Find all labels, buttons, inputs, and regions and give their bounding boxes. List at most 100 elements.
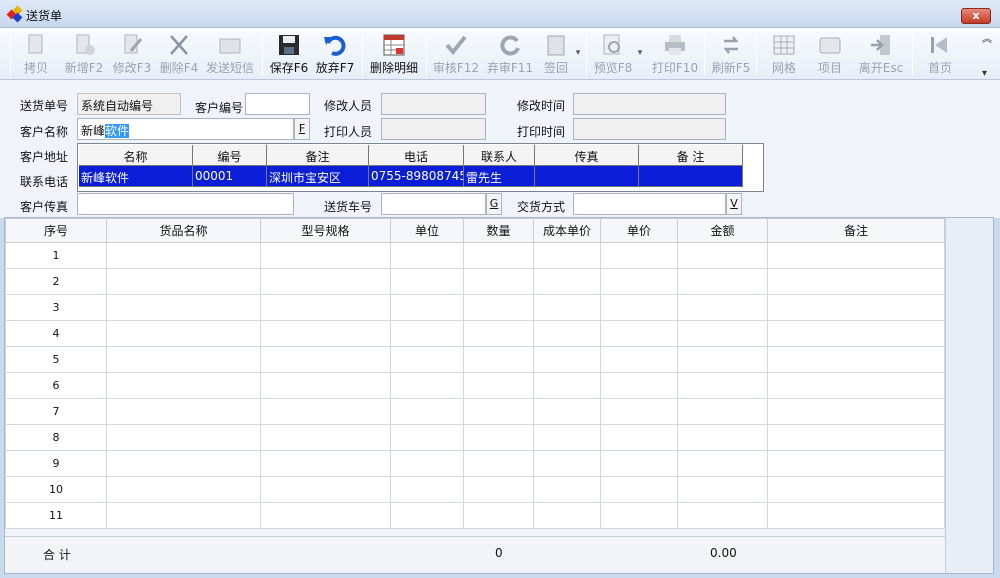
grid-cell[interactable] xyxy=(533,372,601,399)
save-button[interactable]: 保存F6 xyxy=(268,30,310,78)
grid-cell[interactable] xyxy=(106,268,261,295)
table-row[interactable]: 3 xyxy=(5,294,945,321)
grid-cell[interactable] xyxy=(106,294,261,321)
table-row[interactable]: 5 xyxy=(5,346,945,373)
table-row[interactable]: 2 xyxy=(5,268,945,295)
col-seq[interactable]: 序号 xyxy=(5,218,107,243)
grid-cell[interactable] xyxy=(677,476,768,503)
grid-cell[interactable] xyxy=(767,372,945,399)
grid-cell[interactable] xyxy=(106,476,261,503)
grid-cell[interactable] xyxy=(533,294,601,321)
grid-cell[interactable] xyxy=(463,242,534,269)
edit-button[interactable]: 修改F3 xyxy=(110,30,154,78)
grid-cell[interactable] xyxy=(260,476,391,503)
table-row[interactable]: 10 xyxy=(5,476,945,503)
item-button[interactable]: 项目 xyxy=(810,30,850,78)
grid-cell[interactable] xyxy=(533,242,601,269)
close-button[interactable]: x xyxy=(961,8,991,24)
grid-cell[interactable] xyxy=(260,294,391,321)
grid-cell[interactable] xyxy=(767,450,945,477)
grid-cell[interactable] xyxy=(463,424,534,451)
table-row[interactable]: 6 xyxy=(5,372,945,399)
grid-cell[interactable] xyxy=(463,268,534,295)
customer-name-input[interactable]: 新峰软件 xyxy=(77,118,294,140)
vehicle-lookup-button[interactable]: G xyxy=(486,193,502,215)
grid-cell[interactable] xyxy=(677,346,768,373)
grid-cell[interactable] xyxy=(390,502,464,529)
table-row[interactable]: 11 xyxy=(5,502,945,529)
grid-cell[interactable] xyxy=(767,476,945,503)
grid-cell[interactable] xyxy=(533,346,601,373)
col-qty[interactable]: 数量 xyxy=(463,218,534,243)
grid-cell[interactable] xyxy=(390,424,464,451)
col-unit[interactable]: 单位 xyxy=(390,218,464,243)
grid-cell[interactable] xyxy=(600,294,678,321)
unapprove-button[interactable]: 弃审F11 xyxy=(486,30,534,78)
preview-button[interactable]: 预览F8 xyxy=(592,30,634,78)
grid-cell[interactable] xyxy=(677,398,768,425)
sign-back-dropdown[interactable]: ▾ xyxy=(574,30,582,78)
grid-cell[interactable] xyxy=(390,398,464,425)
grid-cell[interactable] xyxy=(463,502,534,529)
customer-name-lookup-button[interactable]: F xyxy=(294,118,310,140)
grid-cell[interactable] xyxy=(106,424,261,451)
toolbar-overflow-icon[interactable]: ▾ xyxy=(982,68,987,79)
grid-cell[interactable] xyxy=(677,320,768,347)
grid-cell[interactable] xyxy=(533,450,601,477)
grid-cell[interactable] xyxy=(106,398,261,425)
grid-cell[interactable] xyxy=(260,372,391,399)
grid-cell[interactable] xyxy=(106,372,261,399)
grid-cell[interactable] xyxy=(390,242,464,269)
grid-cell[interactable] xyxy=(260,502,391,529)
grid-cell[interactable] xyxy=(463,398,534,425)
grid-cell[interactable] xyxy=(463,372,534,399)
table-row[interactable]: 7 xyxy=(5,398,945,425)
grid-cell[interactable] xyxy=(600,242,678,269)
grid-cell[interactable] xyxy=(677,242,768,269)
grid-cell[interactable] xyxy=(260,424,391,451)
grid-cell[interactable] xyxy=(600,450,678,477)
grid-cell[interactable] xyxy=(600,424,678,451)
grid-cell[interactable] xyxy=(533,476,601,503)
vehicle-input[interactable] xyxy=(381,193,486,215)
grid-cell[interactable] xyxy=(600,268,678,295)
grid-cell[interactable] xyxy=(106,450,261,477)
first-page-button[interactable]: 首页 xyxy=(920,30,960,78)
customer-lookup-dropdown[interactable]: 名称 编号 备注 电话 联系人 传真 备 注 新峰软件 00001 深圳市宝安区… xyxy=(77,143,764,192)
grid-cell[interactable] xyxy=(677,268,768,295)
grid-cell[interactable] xyxy=(533,320,601,347)
new-button[interactable]: 新增F2 xyxy=(62,30,106,78)
grid-cell[interactable] xyxy=(767,346,945,373)
col-remark[interactable]: 备注 xyxy=(767,218,945,243)
grid-cell[interactable] xyxy=(767,242,945,269)
approve-button[interactable]: 审核F12 xyxy=(432,30,480,78)
fax-input[interactable] xyxy=(77,193,294,215)
grid-cell[interactable] xyxy=(677,424,768,451)
grid-cell[interactable] xyxy=(767,268,945,295)
grid-cell[interactable] xyxy=(260,242,391,269)
grid-cell[interactable] xyxy=(260,398,391,425)
table-row[interactable]: 4 xyxy=(5,320,945,347)
grid-cell[interactable] xyxy=(106,502,261,529)
grid-cell[interactable] xyxy=(260,268,391,295)
grid-cell[interactable] xyxy=(600,398,678,425)
grid-cell[interactable] xyxy=(463,294,534,321)
exit-button[interactable]: 离开Esc xyxy=(856,30,906,78)
grid-cell[interactable] xyxy=(677,502,768,529)
col-price[interactable]: 单价 xyxy=(600,218,678,243)
table-row[interactable]: 1 xyxy=(5,242,945,269)
grid-cell[interactable] xyxy=(390,268,464,295)
delete-detail-button[interactable]: 删除明细 xyxy=(367,30,421,78)
grid-cell[interactable] xyxy=(767,424,945,451)
grid-cell[interactable] xyxy=(533,424,601,451)
grid-cell[interactable] xyxy=(600,502,678,529)
grid-cell[interactable] xyxy=(106,346,261,373)
delivery-input[interactable] xyxy=(573,193,726,215)
grid-cell[interactable] xyxy=(463,450,534,477)
grid-cell[interactable] xyxy=(767,320,945,347)
refresh-button[interactable]: 刷新F5 xyxy=(710,30,752,78)
grid-cell[interactable] xyxy=(533,268,601,295)
table-row[interactable]: 8 xyxy=(5,424,945,451)
grid-cell[interactable] xyxy=(600,476,678,503)
send-sms-button[interactable]: 发送短信 xyxy=(204,30,256,78)
